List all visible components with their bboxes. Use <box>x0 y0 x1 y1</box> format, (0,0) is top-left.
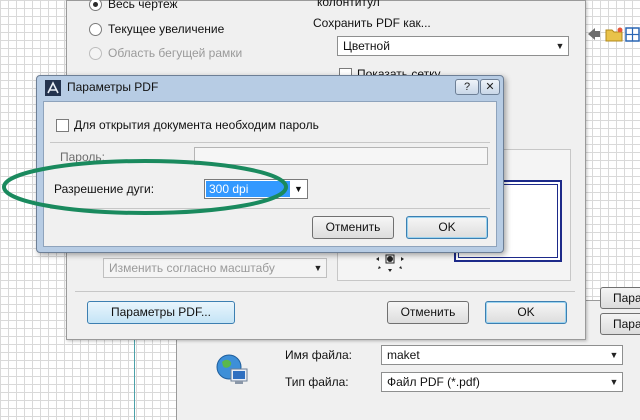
back-arrow-icon[interactable] <box>588 28 600 40</box>
file-type-select[interactable]: Файл PDF (*.pdf) ▼ <box>381 372 623 392</box>
pdf-parameters-modal: Параметры PDF ? ✕ Для открытия документа… <box>36 75 504 253</box>
radio-button[interactable] <box>89 0 102 11</box>
scale-mode-select: Изменить согласно масштабу ▼ <box>103 258 327 278</box>
settings-cancel-button[interactable]: Отменить <box>387 301 469 324</box>
radio-button[interactable] <box>89 22 102 36</box>
archicad-logo-icon <box>45 80 61 96</box>
color-mode-value: Цветной <box>343 39 390 53</box>
radio-current-zoom-label: Текущее увеличение <box>108 22 225 36</box>
folder-icon[interactable] <box>605 27 623 42</box>
arc-resolution-label: Разрешение дуги: <box>54 182 155 196</box>
password-field <box>194 147 488 165</box>
modal-ok-button[interactable]: OK <box>406 216 488 239</box>
radio-marquee-area: Область бегущей рамки <box>89 46 242 60</box>
side-button-2[interactable]: Пара <box>600 313 640 335</box>
header-footer-label: колонтитул <box>317 0 380 9</box>
file-dialog-toolbar <box>584 22 640 46</box>
modal-cancel-button[interactable]: Отменить <box>312 216 394 239</box>
password-label: Пароль: <box>60 150 105 164</box>
color-mode-select[interactable]: Цветной ▼ <box>337 36 569 56</box>
scale-mode-value: Изменить согласно масштабу <box>109 261 275 275</box>
radio-current-zoom[interactable]: Текущее увеличение <box>89 22 224 36</box>
modal-title: Параметры PDF <box>67 80 159 94</box>
drawing-guide-line <box>134 338 135 420</box>
file-name-value: maket <box>387 348 420 362</box>
chevron-down-icon[interactable]: ▼ <box>290 180 307 198</box>
radio-whole-drawing-label: Весь чертеж <box>108 0 178 11</box>
file-name-label: Имя файла: <box>285 348 352 362</box>
side-button-1[interactable]: Пара <box>600 287 640 309</box>
settings-ok-button[interactable]: OK <box>485 301 567 324</box>
radio-button <box>89 46 102 60</box>
arc-resolution-select[interactable]: 300 dpi ▼ <box>204 179 308 199</box>
modal-body: Для открытия документа необходим пароль … <box>43 101 497 247</box>
chevron-down-icon[interactable]: ▼ <box>606 346 622 364</box>
save-pdf-as-label: Сохранить PDF как... <box>313 16 431 30</box>
close-icon[interactable]: ✕ <box>480 79 500 95</box>
file-type-value: Файл PDF (*.pdf) <box>387 375 480 389</box>
chevron-down-icon[interactable]: ▼ <box>552 37 568 55</box>
password-required-label: Для открытия документа необходим пароль <box>74 118 319 132</box>
arc-resolution-value: 300 dpi <box>206 181 290 197</box>
globe-monitor-icon <box>216 354 248 384</box>
grid-view-icon[interactable] <box>625 27 640 42</box>
help-button[interactable]: ? <box>455 79 479 95</box>
radio-marquee-area-label: Область бегущей рамки <box>108 46 243 60</box>
chevron-down-icon[interactable]: ▼ <box>606 373 622 391</box>
radio-whole-drawing[interactable]: Весь чертеж <box>89 0 178 11</box>
file-type-label: Тип файла: <box>285 375 349 389</box>
pdf-parameters-button[interactable]: Параметры PDF... <box>87 301 235 324</box>
password-required-checkbox[interactable]: Для открытия документа необходим пароль <box>56 118 319 132</box>
checkbox[interactable] <box>56 118 69 132</box>
chevron-down-icon: ▼ <box>313 263 323 273</box>
file-name-combo[interactable]: maket ▼ <box>381 345 623 365</box>
